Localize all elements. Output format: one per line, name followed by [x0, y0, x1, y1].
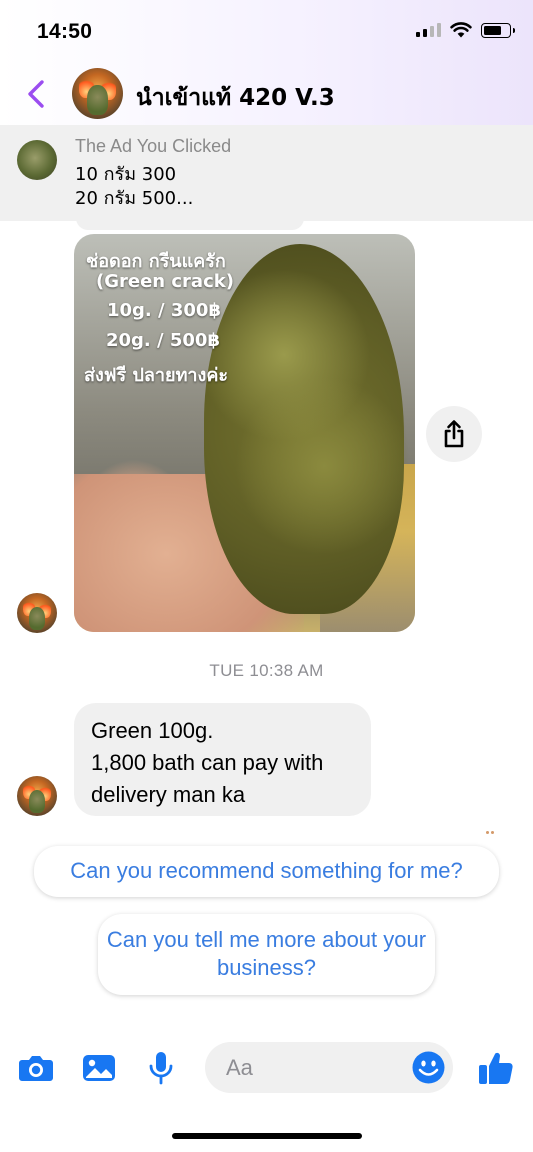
seen-indicator: [486, 821, 500, 834]
product-photo: [204, 244, 404, 614]
message-input[interactable]: Aa: [205, 1042, 453, 1093]
share-button[interactable]: [426, 406, 482, 462]
status-icons: [416, 22, 515, 38]
suggested-reply-recommend[interactable]: Can you recommend something for me?: [34, 846, 499, 897]
photo-icon: [83, 1055, 115, 1081]
sender-avatar[interactable]: [17, 776, 57, 816]
wifi-icon: [450, 22, 472, 38]
ad-label: The Ad You Clicked: [75, 136, 232, 156]
message-timestamp: TUE 10:38 AM: [209, 661, 324, 680]
ad-thumbnail: [17, 140, 57, 180]
home-indicator[interactable]: [172, 1133, 362, 1139]
thumbs-up-icon: [479, 1052, 513, 1084]
image-message[interactable]: ช่อดอก กรีนแครัก (Green crack) 10g. / 30…: [74, 234, 415, 632]
photo-button[interactable]: [80, 1049, 118, 1087]
battery-icon: [481, 22, 515, 38]
cellular-signal-icon: [416, 23, 441, 37]
ad-context-banner[interactable]: The Ad You Clicked 10 กรัม 300 20 กรัม 5…: [0, 125, 533, 221]
ad-banner-tail: [76, 214, 304, 230]
emoji-icon[interactable]: [412, 1051, 445, 1084]
message-input-placeholder: Aa: [226, 1055, 253, 1080]
camera-button[interactable]: [17, 1049, 55, 1087]
sender-avatar[interactable]: [17, 593, 57, 633]
ad-text-line-2: 20 กรัม 500...: [75, 188, 194, 209]
microphone-icon: [149, 1052, 173, 1085]
image-caption-line: (Green crack): [96, 271, 234, 292]
back-button[interactable]: [22, 76, 50, 112]
chevron-left-icon: [28, 80, 44, 108]
image-caption-line: 10g. / 300฿: [107, 300, 221, 321]
like-button[interactable]: [477, 1049, 515, 1087]
suggested-reply-business[interactable]: Can you tell me more about your business…: [98, 914, 435, 995]
camera-icon: [19, 1056, 53, 1081]
message-line: delivery man ka: [91, 782, 246, 807]
message-line: Green 100g.: [91, 718, 214, 743]
text-message-bubble[interactable]: Green 100g. 1,800 bath can pay with deli…: [74, 703, 371, 816]
voice-message-button[interactable]: [142, 1049, 180, 1087]
contact-name[interactable]: นำเข้าแท้ 420 V.3: [136, 80, 335, 116]
message-line: 1,800 bath can pay with: [91, 750, 324, 775]
contact-avatar[interactable]: [72, 68, 123, 119]
share-icon: [444, 420, 464, 448]
image-caption-line: 20g. / 500฿: [106, 330, 220, 351]
image-caption-line: ส่งฟรี ปลายทางค่ะ: [84, 365, 229, 386]
status-time: 14:50: [37, 20, 93, 43]
